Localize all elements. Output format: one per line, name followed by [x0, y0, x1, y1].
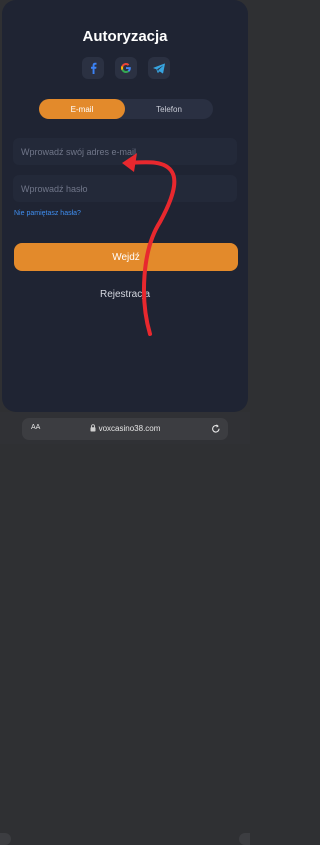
facebook-login-button[interactable] [82, 57, 104, 79]
password-field[interactable] [13, 175, 237, 202]
url-text: voxcasino38.com [98, 424, 161, 433]
google-login-button[interactable] [115, 57, 137, 79]
telegram-login-button[interactable] [148, 57, 170, 79]
url-field[interactable]: AA voxcasino38.com [22, 418, 228, 440]
register-link[interactable]: Rejestracja [0, 289, 250, 300]
auth-modal: Autoryzacja E-mail Telefon Nie pam [2, 0, 248, 412]
login-button[interactable]: Wejdź [14, 243, 238, 271]
google-icon [121, 63, 131, 73]
telegram-icon [153, 63, 165, 73]
email-field[interactable] [13, 138, 237, 165]
back-tab-edge [0, 833, 11, 845]
tab-email[interactable]: E-mail [39, 99, 125, 119]
reload-icon[interactable] [211, 423, 221, 434]
tab-phone[interactable]: Telefon [125, 99, 213, 119]
next-tab-edge [239, 833, 250, 845]
browser-address-bar: AA voxcasino38.com [0, 412, 250, 845]
page-title: Autoryzacja [82, 28, 168, 45]
login-method-tabs: E-mail Telefon [39, 99, 213, 119]
lock-icon [90, 424, 96, 432]
facebook-icon [91, 62, 97, 74]
forgot-password-link[interactable]: Nie pamiętasz hasła? [14, 210, 81, 217]
screen: Autoryzacja E-mail Telefon Nie pam [0, 0, 250, 845]
